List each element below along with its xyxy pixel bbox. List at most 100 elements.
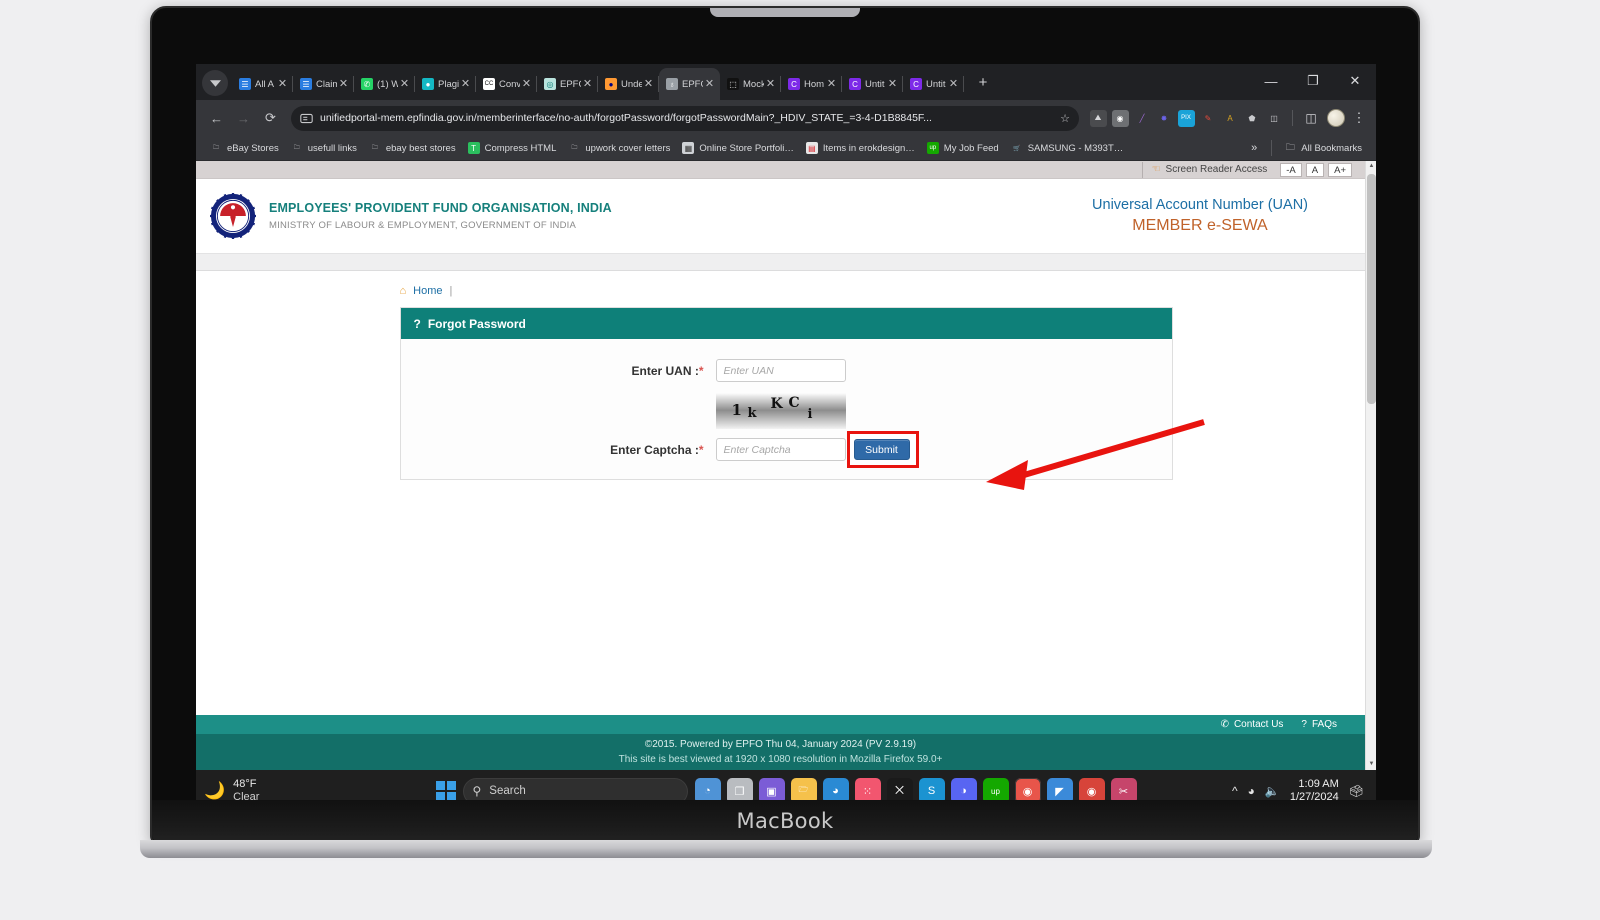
laptop-screen: ☰All A✕☰Claim✕✆(1) W✕●Plagi✕CCConv✕◎EPFO… (196, 64, 1376, 812)
volume-icon[interactable]: 🔈 (1265, 784, 1280, 798)
side-panel-icon[interactable]: ◫ (1303, 110, 1320, 127)
bookmark-star-icon[interactable]: ☆ (1060, 112, 1070, 125)
captcha-char-2: K (770, 396, 783, 412)
uan-input[interactable]: Enter UAN (715, 359, 846, 382)
close-tab-icon[interactable]: ✕ (276, 78, 289, 91)
bookmark-item-7[interactable]: up My Job Feed (921, 140, 1005, 156)
screen-reader-access-link[interactable]: Screen Reader Access (1166, 164, 1268, 175)
faqs-link[interactable]: ? FAQs (1301, 719, 1337, 730)
tab-search-icon[interactable] (202, 70, 228, 96)
globe-grey-icon: ♁ (666, 78, 678, 90)
browser-tab-7[interactable]: ♁ EPFO✕ (659, 68, 720, 100)
maximize-button[interactable]: ❐ (1292, 65, 1334, 97)
image-tool-icon[interactable]: ⛰ (1089, 109, 1107, 127)
back-button[interactable]: ← (204, 106, 229, 131)
windows-start-icon[interactable] (435, 781, 456, 801)
close-tab-icon[interactable]: ✕ (581, 78, 594, 91)
new-tab-button[interactable]: + (971, 71, 995, 95)
notification-bell-icon[interactable]: 🗳 (1349, 784, 1364, 798)
close-window-button[interactable]: ✕ (1334, 65, 1376, 97)
scroll-up-arrow[interactable]: ▲ (1366, 161, 1376, 172)
bookmark-item-1[interactable]: 🗀 usefull links (285, 140, 363, 156)
close-tab-icon[interactable]: ✕ (398, 78, 411, 91)
side-panel-icon[interactable]: ◫ (1266, 110, 1283, 127)
captcha-input[interactable]: Enter Captcha (715, 438, 846, 461)
reload-button[interactable]: ⟳ (258, 106, 283, 131)
uan-required-marker: * (698, 363, 704, 378)
bookmark-item-5[interactable]: ▦ Online Store Portfoli… (676, 140, 800, 156)
macbook-frame: ☰All A✕☰Claim✕✆(1) W✕●Plagi✕CCConv✕◎EPFO… (150, 6, 1420, 844)
canva-icon: C (788, 78, 800, 90)
browser-tab-9[interactable]: C Hom ✕ (781, 68, 842, 100)
address-bar[interactable]: unifiedportal-mem.epfindia.gov.in/member… (291, 105, 1079, 131)
browser-tab-2[interactable]: ✆ (1) W ✕ (354, 68, 415, 100)
footer-copyright-block: ©2015. Powered by EPFO Thu 04, January 2… (196, 734, 1365, 770)
pixabay-icon[interactable]: PIX (1177, 109, 1195, 127)
bookmark-item-8[interactable]: 🛒 SAMSUNG - M393T… (1005, 140, 1130, 156)
marker-red-icon[interactable]: ✎ (1200, 110, 1217, 127)
browser-tab-1[interactable]: ☰ Claim ✕ (293, 68, 354, 100)
breadcrumb-separator: | (449, 285, 453, 297)
browser-tab-3[interactable]: ● Plagi ✕ (415, 68, 476, 100)
puzzle-extension-icon[interactable]: ⬟ (1244, 110, 1261, 127)
bookmark-item-6[interactable]: ▤ Items in erokdesign… (800, 140, 921, 156)
bookmark-item-4[interactable]: 🗀 upwork cover letters (562, 140, 676, 156)
close-tab-icon[interactable]: ✕ (886, 78, 899, 91)
browser-tab-8[interactable]: ⬚ Mock ✕ (720, 68, 781, 100)
minimize-button[interactable]: — (1250, 65, 1292, 97)
browser-tab-6[interactable]: ● Unde ✕ (598, 68, 659, 100)
kebab-menu-icon[interactable]: ⋮ (1350, 110, 1368, 126)
browser-tab-10[interactable]: C Untit ✕ (842, 68, 903, 100)
close-tab-icon[interactable]: ✕ (764, 78, 777, 91)
close-tab-icon[interactable]: ✕ (459, 78, 472, 91)
contact-us-link[interactable]: ✆ Contact Us (1221, 719, 1284, 730)
close-tab-icon[interactable]: ✕ (703, 78, 716, 91)
grammarly-icon[interactable]: A (1222, 110, 1239, 127)
macbook-brand-label: MacBook (736, 809, 834, 833)
bookmark-label: eBay Stores (227, 142, 279, 154)
bookmarks-bar: 🗀 eBay Stores 🗀 usefull links 🗀 ebay best sto… (196, 136, 1376, 161)
pen-feather-icon[interactable]: ╱ (1134, 110, 1151, 127)
site-settings-icon[interactable] (300, 112, 313, 125)
font-increase-button[interactable]: A+ (1328, 162, 1352, 177)
page-scrollbar[interactable]: ▲ ▼ (1365, 161, 1376, 770)
captcha-label-text: Enter Captcha : (610, 442, 699, 457)
browser-tab-title: Conv (499, 78, 520, 90)
submit-button[interactable]: Submit (853, 439, 910, 460)
close-tab-icon[interactable]: ✕ (337, 78, 350, 91)
browser-tab-title: Unde (621, 78, 642, 90)
profile-avatar[interactable] (1327, 109, 1345, 127)
teal-circle-icon: ● (422, 78, 434, 90)
bookmark-item-3[interactable]: T Compress HTML (462, 140, 563, 156)
bookmarks-divider (1271, 140, 1273, 156)
close-tab-icon[interactable]: ✕ (947, 78, 960, 91)
bookmarks-overflow-button[interactable]: » (1243, 142, 1265, 154)
breadcrumb-home-link[interactable]: Home (413, 285, 442, 297)
laptop-base (140, 840, 1432, 858)
organisation-name: EMPLOYEES' PROVIDENT FUND ORGANISATION, … (269, 201, 612, 215)
browser-tab-4[interactable]: CC Conv ✕ (476, 68, 537, 100)
scrollbar-thumb[interactable] (1367, 174, 1376, 404)
forward-button[interactable]: → (231, 106, 256, 131)
bookmark-item-0[interactable]: 🗀 eBay Stores (204, 140, 285, 156)
font-decrease-button[interactable]: -A (1280, 162, 1302, 177)
close-tab-icon[interactable]: ✕ (825, 78, 838, 91)
close-tab-icon[interactable]: ✕ (642, 78, 655, 91)
member-esewa-title: MEMBER e-SEWA (1132, 217, 1268, 234)
bookmark-label: upwork cover letters (585, 142, 671, 154)
wifi-icon[interactable]: ◕ (1248, 784, 1255, 798)
close-tab-icon[interactable]: ✕ (520, 78, 533, 91)
gear-purple-icon[interactable]: ✸ (1156, 110, 1173, 127)
show-hidden-icons[interactable]: ^ (1232, 784, 1238, 798)
browser-tab-5[interactable]: ◎ EPFO✕ (537, 68, 598, 100)
font-normal-button[interactable]: A (1305, 162, 1325, 177)
screenshot-icon[interactable]: ◉ (1111, 109, 1129, 127)
bookmark-item-2[interactable]: 🗀 ebay best stores (363, 140, 462, 156)
scroll-down-arrow[interactable]: ▼ (1366, 759, 1376, 770)
accessibility-icon: ☜ (1151, 164, 1161, 175)
bookmark-label: My Job Feed (943, 142, 999, 154)
ministry-name: MINISTRY OF LABOUR & EMPLOYMENT, GOVERNM… (269, 220, 577, 231)
browser-tab-11[interactable]: C Untit ✕ (903, 68, 964, 100)
all-bookmarks-button[interactable]: 🗀 All Bookmarks (1278, 140, 1368, 156)
browser-tab-0[interactable]: ☰ All A ✕ (232, 68, 293, 100)
